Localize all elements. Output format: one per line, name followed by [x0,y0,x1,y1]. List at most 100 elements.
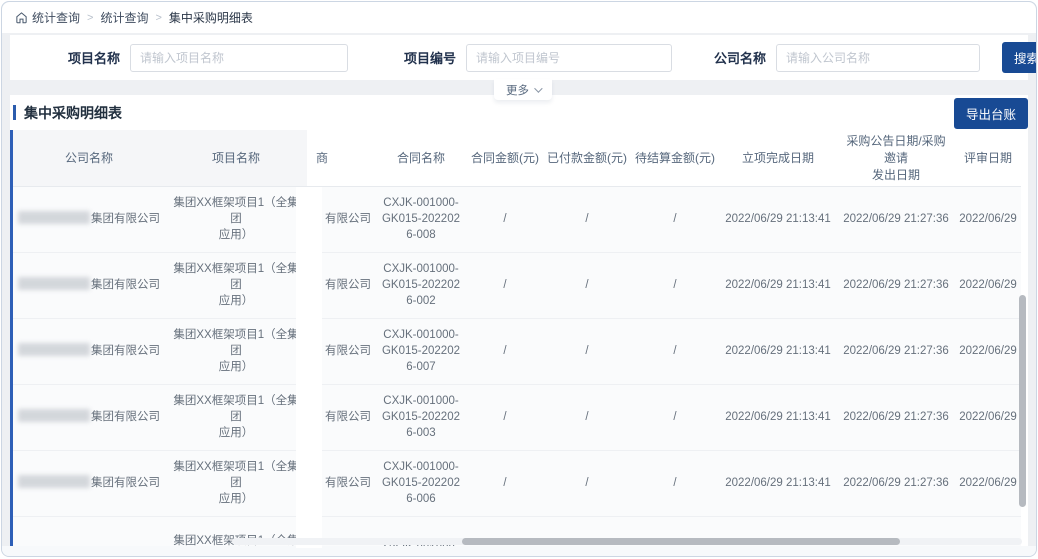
filter-company-name: 公司名称 [714,43,981,72]
cell-paid_amount: / [543,449,631,516]
redacted-company-name [18,343,90,356]
table-row: 集团有限公司 集团XX框架项目1（全集团 应用） 有限公司 CXJK-001000- … [13,251,1021,318]
table-row: 集团有限公司 集团XX框架项目1（全集团 应用） 有限公司 CXJK-001000- … [13,383,1021,450]
cell-contract_amount: / [467,186,543,252]
export-ledger-button[interactable]: 导出台账 [953,98,1028,129]
cell-approval_date: 2022/06/29 21:13:41 [719,317,837,384]
page: 统计查询 > 统计查询 > 集中采购明细表 项目名称 项目编号 公司名称 搜索 … [1,1,1037,557]
column-header-announce_date: 采购公告日期/采购邀请 发出日期 [837,130,955,187]
filter-project-name: 项目名称 [68,43,349,72]
cell-contract: CXJK-001000- GK015-202202 6-003 [375,383,467,450]
cell-pending_amount: / [631,383,719,450]
page-title: 集中采购明细表 [24,104,122,121]
redaction-strip [296,187,322,548]
cell-paid_amount: / [543,317,631,384]
column-header-supplier_suffix: 商 [307,130,375,187]
table-row: 集团有限公司 集团XX框架项目1（全集团 应用） 有限公司 CXJK-001000- … [13,317,1021,384]
cell-company_suffix [13,515,165,548]
column-header-paid_amount: 已付款金额(元) [543,130,631,187]
cell-project: 集团XX框架项目1（全集团 应用） [165,186,307,252]
more-label: 更多 [506,84,529,97]
cell-paid_amount: / [543,251,631,318]
breadcrumb: 统计查询 > 统计查询 > 集中采购明细表 [2,2,1036,33]
table-row: 集团有限公司 集团XX框架项目1（全集团 应用） 有限公司 CXJK-001000- … [13,449,1021,516]
company-name-label: 公司名称 [714,51,767,66]
redacted-company-name [18,211,90,224]
company-name-text: 集团有限公司 [91,345,160,357]
cell-announce_date: 2022/06/29 21:27:36 [837,186,955,252]
company-name-input[interactable] [776,43,981,72]
column-header-approval_date: 立项完成日期 [719,130,837,187]
project-name-input[interactable] [130,43,349,72]
search-button[interactable]: 搜索 [1002,42,1036,73]
breadcrumb-item-1[interactable]: 统计查询 [32,9,80,26]
bottom-strip [2,546,1036,556]
column-header-pending_amount: 待结算金额(元) [631,130,719,187]
cell-contract_amount: / [467,251,543,318]
cell-review_date: 2022/06/29 [955,449,1021,516]
cell-review_date: 2022/06/29 [955,383,1021,450]
cell-contract: CXJK-001000- GK015-202202 6-002 [375,251,467,318]
cell-pending_amount: / [631,251,719,318]
cell-paid_amount: / [543,186,631,252]
cell-pending_amount: / [631,449,719,516]
company-name-text: 集团有限公司 [91,477,160,489]
procurement-table: 公司名称 项目名称商合同名称 合同金额(元) 已付款金额(元) 待结算金额(元) 立项完成… [10,130,1028,548]
column-header-review_date: 评审日期 [955,130,1021,187]
project-number-input[interactable] [466,43,673,72]
content-card: 集中采购明细表 导出台账 公司名称 项目名称商合同名称 合同金额(元) 已付款金额(元… [10,95,1028,548]
company-name-text: 集团有限公司 [91,411,160,423]
cell-project: 集团XX框架项目1（全集团 应用） [165,317,307,384]
cell-approval_date: 2022/06/29 21:13:41 [719,186,837,252]
cell-approval_date: 2022/06/29 21:13:41 [719,383,837,450]
breadcrumb-separator: > [155,11,162,24]
cell-project: 集团XX框架项目1（全集团 应用） [165,251,307,318]
cell-contract_amount: / [467,449,543,516]
table-row: 集团有限公司 集团XX框架项目1（全集团 应用） 有限公司 CXJK-001000- … [13,186,1021,252]
cell-approval_date: 2022/06/29 21:13:41 [719,251,837,318]
cell-announce_date: 2022/06/29 21:27:36 [837,251,955,318]
cell-review_date: 2022/06/29 [955,251,1021,318]
cell-paid_amount: / [543,383,631,450]
cell-review_date: 2022/06/29 [955,317,1021,384]
project-name-label: 项目名称 [68,51,121,66]
company-name-text: 集团有限公司 [91,279,160,291]
project-number-label: 项目编号 [404,51,457,66]
cell-pending_amount: / [631,186,719,252]
section-header: 集中采购明细表 导出台账 [10,95,1028,130]
cell-announce_date: 2022/06/29 21:27:36 [837,383,955,450]
cell-contract: CXJK-001000- GK015-202202 6-007 [375,317,467,384]
search-panel: 项目名称 项目编号 公司名称 搜索 [10,35,1036,80]
cell-company_suffix: 集团有限公司 [13,186,165,252]
cell-project: 集团XX框架项目1（全集团 应用） [165,383,307,450]
cell-company_suffix: 集团有限公司 [13,449,165,516]
column-header-contract: 合同名称 [375,130,467,187]
column-header-project: 项目名称 [165,130,307,187]
cell-contract_amount: / [467,317,543,384]
filter-project-number: 项目编号 [404,43,673,72]
breadcrumb-separator: > [87,11,94,24]
column-header-company_suffix: 公司名称 [13,130,165,187]
column-header-contract_amount: 合同金额(元) [467,130,543,187]
company-name-text: 集团有限公司 [91,213,160,225]
cell-company_suffix: 集团有限公司 [13,317,165,384]
horizontal-scrollbar-thumb[interactable] [462,538,900,545]
cell-announce_date: 2022/06/29 21:27:36 [837,449,955,516]
home-icon [15,11,28,24]
cell-announce_date: 2022/06/29 21:27:36 [837,317,955,384]
cell-contract: CXJK-001000- GK015-202202 6-008 [375,186,467,252]
table-header: 公司名称 项目名称商合同名称 合同金额(元) 已付款金额(元) 待结算金额(元) 立项完成… [13,130,1021,187]
cell-company_suffix: 集团有限公司 [13,383,165,450]
title-marker [13,105,16,120]
cell-review_date: 2022/06/29 [955,186,1021,252]
cell-company_suffix: 集团有限公司 [13,251,165,318]
redacted-company-name [18,409,90,422]
redacted-company-name [18,277,90,290]
more-expander[interactable]: 更多 [494,79,552,100]
cell-approval_date: 2022/06/29 21:13:41 [719,449,837,516]
cell-contract: CXJK-001000- GK015-202202 6-006 [375,449,467,516]
breadcrumb-item-current: 集中采购明细表 [168,11,253,25]
breadcrumb-item-2[interactable]: 统计查询 [100,9,148,26]
vertical-scrollbar-thumb[interactable] [1019,295,1026,507]
redacted-company-name [18,475,90,488]
